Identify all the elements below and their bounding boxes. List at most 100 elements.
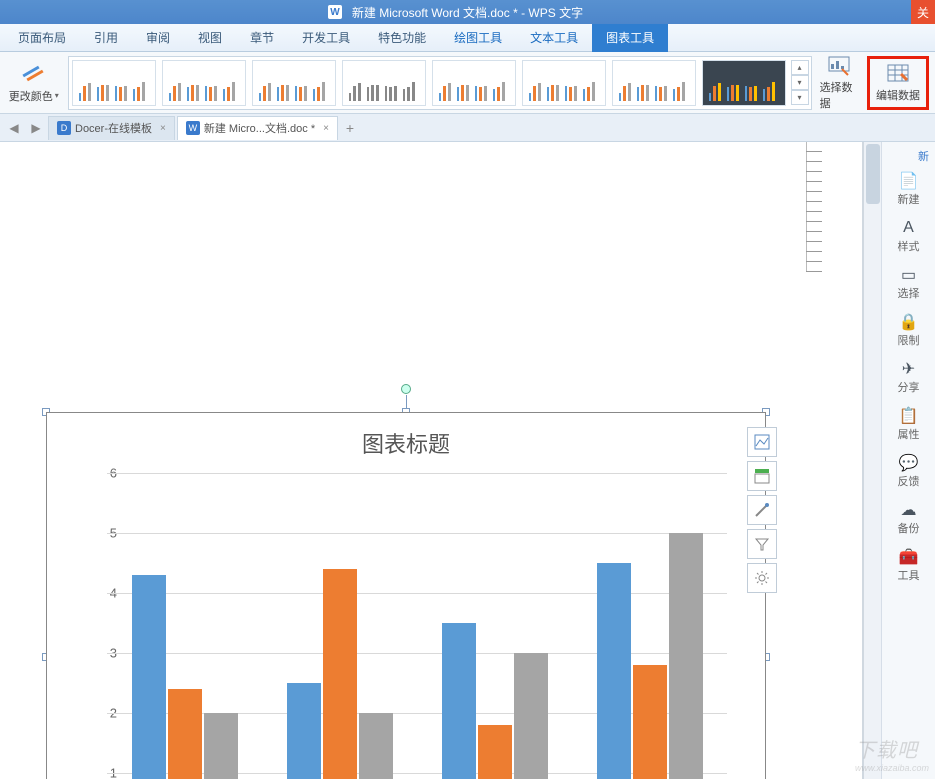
style-thumb-6[interactable] — [612, 60, 696, 106]
bar-系列 2-类别3[interactable] — [478, 725, 512, 779]
sidepanel-share[interactable]: ✈分享 — [888, 356, 930, 399]
bar-系列 1-类别2[interactable] — [287, 683, 321, 779]
bar-系列 3-类别2[interactable] — [359, 713, 393, 779]
gallery-expand[interactable]: ▾ — [791, 90, 809, 105]
menu-item-9[interactable]: 图表工具 — [592, 24, 668, 52]
menu-item-0[interactable]: 页面布局 — [4, 24, 80, 52]
doc-tab-icon: W — [186, 121, 200, 135]
menu-item-3[interactable]: 视图 — [184, 24, 236, 52]
sidepanel-label: 工具 — [898, 567, 920, 583]
rotate-handle[interactable] — [401, 384, 411, 394]
bar-group-0 — [107, 575, 262, 779]
vertical-ruler — [806, 142, 822, 272]
document-area[interactable]: 图表标题 0123456 类别1类别2类别3类别4 系列 1系列 2系列 3 — [0, 142, 863, 779]
sidepanel-feedback[interactable]: 💬反馈 — [888, 450, 930, 493]
menu-item-8[interactable]: 文本工具 — [516, 24, 592, 52]
style-thumb-7[interactable] — [702, 60, 786, 106]
chart-elements-button[interactable] — [747, 461, 777, 491]
style-thumb-0[interactable] — [72, 60, 156, 106]
gridline — [107, 473, 727, 474]
edit-data-icon — [886, 63, 910, 85]
doc-tab-label: Docer-在线模板 — [75, 120, 152, 136]
sidepanel-label: 反馈 — [898, 473, 920, 489]
main-menu-bar: 页面布局引用审阅视图章节开发工具特色功能绘图工具文本工具图表工具 — [0, 24, 935, 52]
menu-item-2[interactable]: 审阅 — [132, 24, 184, 52]
doc-tab-close[interactable]: × — [323, 123, 329, 134]
chart-layout-button[interactable] — [747, 427, 777, 457]
side-panel: 新📄新建A样式▭选择🔒限制✈分享📋属性💬反馈☁备份🧰工具 — [881, 142, 935, 779]
chart-settings-button[interactable] — [747, 563, 777, 593]
tools-icon: 🧰 — [899, 548, 919, 566]
chart-object[interactable]: 图表标题 0123456 类别1类别2类别3类别4 系列 1系列 2系列 3 — [46, 412, 766, 779]
sidepanel-label: 样式 — [898, 238, 920, 254]
sidepanel-label: 属性 — [898, 426, 920, 442]
bar-系列 1-类别4[interactable] — [597, 563, 631, 779]
style-thumb-3[interactable] — [342, 60, 426, 106]
chart-plot-area[interactable] — [107, 473, 727, 779]
bar-系列 3-类别3[interactable] — [514, 653, 548, 779]
title-bar: W 新建 Microsoft Word 文档.doc * - WPS 文字 关 — [0, 0, 935, 24]
workspace: 图表标题 0123456 类别1类别2类别3类别4 系列 1系列 2系列 3 — [0, 142, 935, 779]
bar-系列 2-类别1[interactable] — [168, 689, 202, 779]
edit-data-button[interactable]: 编辑数据 — [874, 61, 922, 105]
sidepanel-limit[interactable]: 🔒限制 — [888, 309, 930, 352]
sidepanel-select[interactable]: ▭选择 — [888, 262, 930, 305]
doc-tab-close[interactable]: × — [160, 123, 166, 134]
sidepanel-tools[interactable]: 🧰工具 — [888, 544, 930, 587]
sidepanel-backup[interactable]: ☁备份 — [888, 497, 930, 540]
bar-系列 3-类别4[interactable] — [669, 533, 703, 779]
backup-icon: ☁ — [901, 501, 917, 519]
select-icon: ▭ — [901, 266, 916, 284]
edit-data-highlight-callout: 编辑数据 — [867, 56, 929, 110]
gallery-scroll-down[interactable]: ▾ — [791, 75, 809, 90]
chart-filter-button[interactable] — [747, 529, 777, 559]
change-color-label: 更改颜色 — [9, 88, 59, 104]
bar-系列 2-类别2[interactable] — [323, 569, 357, 779]
color-swirl-icon — [20, 62, 48, 86]
menu-item-1[interactable]: 引用 — [80, 24, 132, 52]
doc-tab-0[interactable]: DDocer-在线模板× — [48, 116, 175, 140]
style-thumb-2[interactable] — [252, 60, 336, 106]
window-action-button[interactable]: 关 — [911, 0, 935, 24]
bar-系列 2-类别4[interactable] — [633, 665, 667, 779]
select-data-button[interactable]: 选择数据 — [818, 53, 861, 113]
scrollbar-thumb[interactable] — [866, 144, 880, 204]
sidepanel-style[interactable]: A样式 — [888, 215, 930, 258]
new-tab-button[interactable]: + — [340, 118, 360, 138]
sidepanel-attr[interactable]: 📋属性 — [888, 403, 930, 446]
sidepanel-label: 分享 — [898, 379, 920, 395]
app-icon: W — [328, 5, 342, 19]
window-title: 新建 Microsoft Word 文档.doc * - WPS 文字 — [352, 4, 583, 21]
side-tab-new[interactable]: 新 — [882, 148, 935, 164]
feedback-icon: 💬 — [899, 454, 919, 472]
tab-nav-forward[interactable]: ▶ — [26, 118, 46, 138]
doc-tab-1[interactable]: W新建 Micro...文档.doc *× — [177, 116, 338, 140]
chart-title[interactable]: 图表标题 — [47, 413, 765, 467]
style-icon: A — [903, 219, 914, 237]
ribbon-toolbar: 更改颜色 ▴ ▾ ▾ 选择数据 编辑数据 — [0, 52, 935, 114]
style-thumb-1[interactable] — [162, 60, 246, 106]
sidepanel-new2[interactable]: 📄新建 — [888, 168, 930, 211]
bar-系列 1-类别3[interactable] — [442, 623, 476, 779]
change-color-button[interactable]: 更改颜色 — [6, 62, 62, 104]
chart-styles-button[interactable] — [747, 495, 777, 525]
menu-item-7[interactable]: 绘图工具 — [440, 24, 516, 52]
menu-item-5[interactable]: 开发工具 — [288, 24, 364, 52]
vertical-scrollbar[interactable] — [863, 142, 881, 779]
document-page: 图表标题 0123456 类别1类别2类别3类别4 系列 1系列 2系列 3 — [0, 142, 842, 779]
bar-group-2 — [417, 623, 572, 779]
select-data-icon — [827, 55, 851, 77]
chart-style-gallery: ▴ ▾ ▾ — [68, 56, 812, 110]
bar-系列 3-类别1[interactable] — [204, 713, 238, 779]
bar-系列 1-类别1[interactable] — [132, 575, 166, 779]
tab-nav-back[interactable]: ◀ — [4, 118, 24, 138]
chart-selection[interactable]: 图表标题 0123456 类别1类别2类别3类别4 系列 1系列 2系列 3 — [46, 412, 766, 779]
menu-item-4[interactable]: 章节 — [236, 24, 288, 52]
sidepanel-label: 新建 — [898, 191, 920, 207]
sidepanel-label: 备份 — [898, 520, 920, 536]
style-thumb-5[interactable] — [522, 60, 606, 106]
gallery-scroll-up[interactable]: ▴ — [791, 60, 809, 75]
bar-group-1 — [262, 569, 417, 779]
style-thumb-4[interactable] — [432, 60, 516, 106]
menu-item-6[interactable]: 特色功能 — [364, 24, 440, 52]
